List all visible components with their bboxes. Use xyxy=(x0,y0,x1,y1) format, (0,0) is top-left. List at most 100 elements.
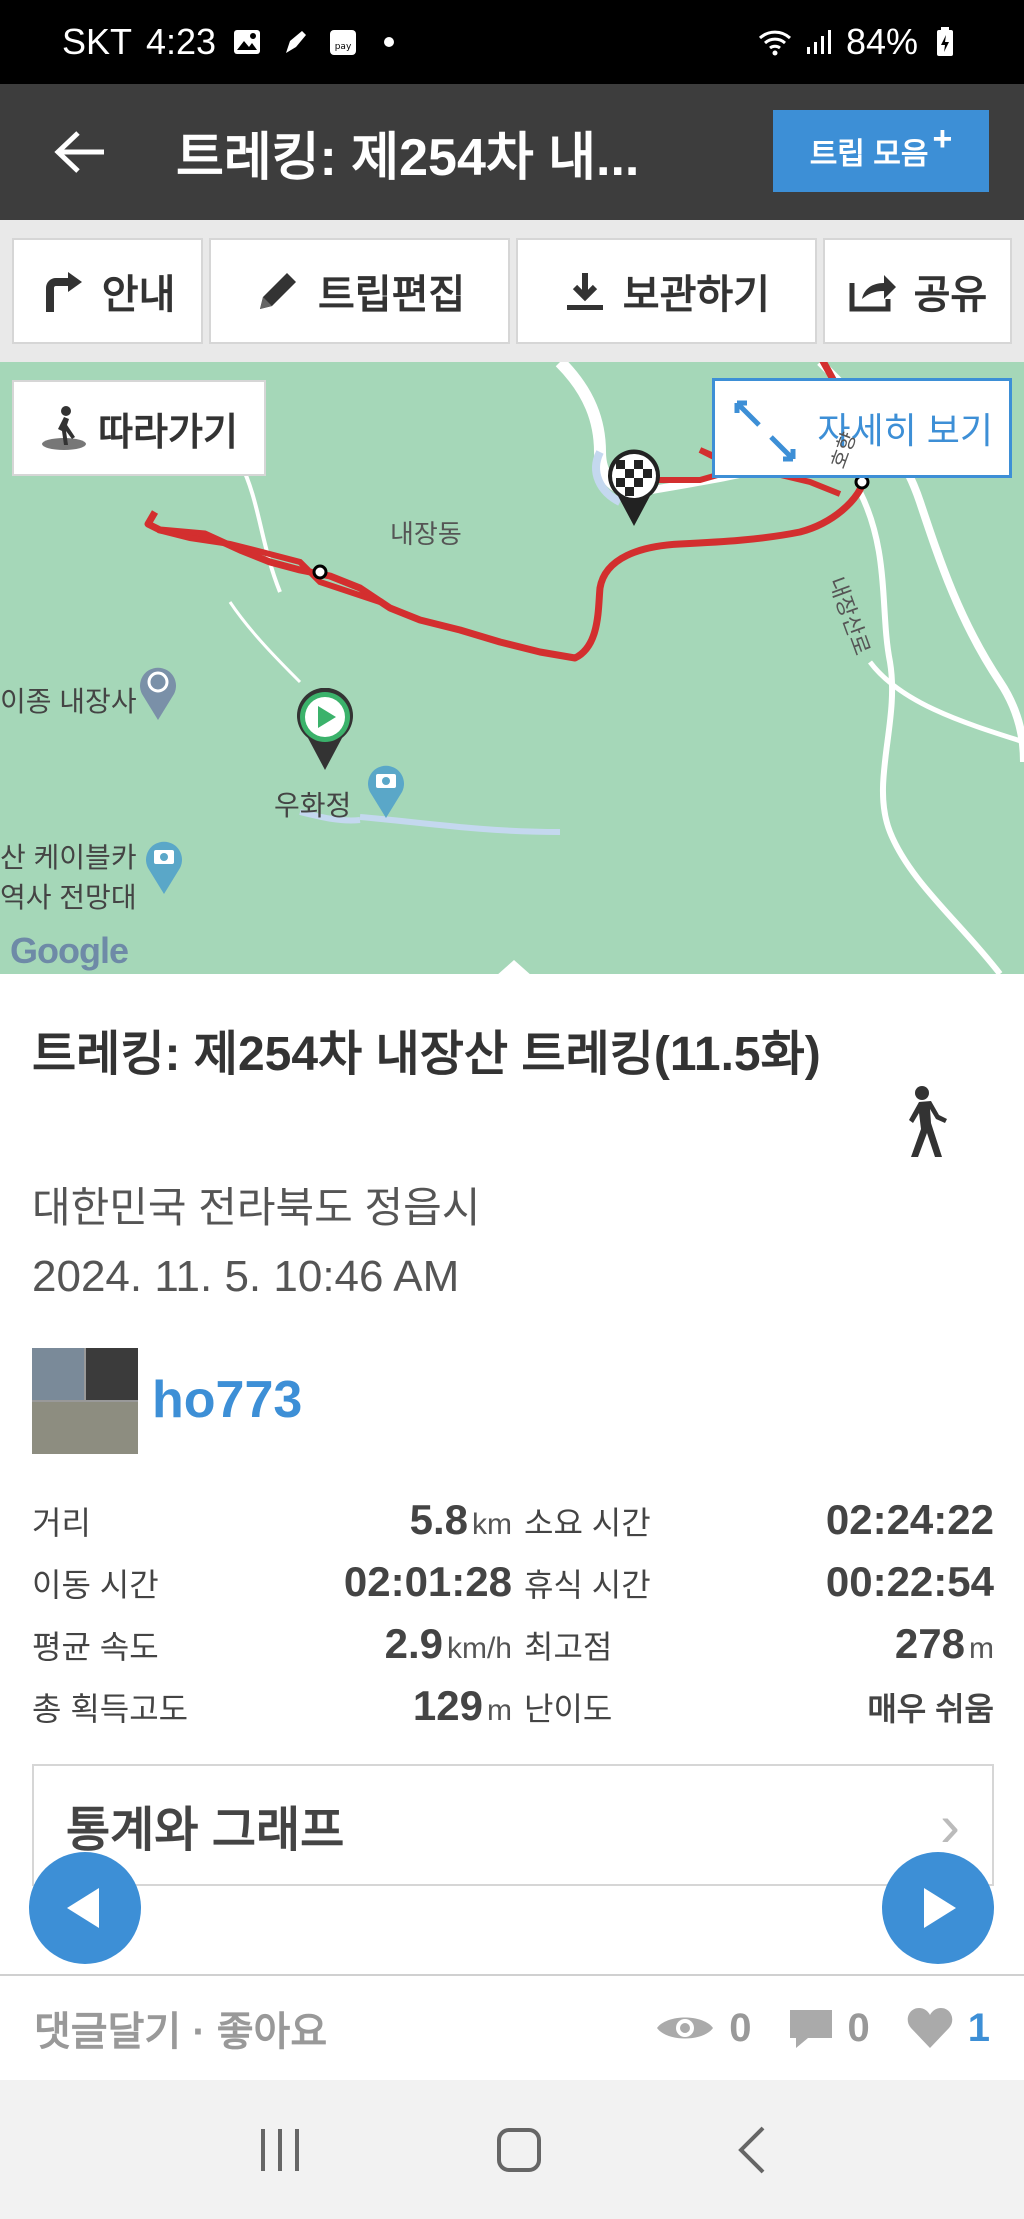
play-right-icon xyxy=(924,1888,956,1928)
follow-button[interactable]: 따라가기 xyxy=(12,380,266,476)
avatar[interactable] xyxy=(32,1348,138,1454)
wifi-icon xyxy=(758,25,792,59)
camera-marker-icon xyxy=(146,841,182,894)
temple-marker-icon xyxy=(140,667,176,720)
pen-icon xyxy=(278,25,312,59)
trip-title: 트레킹: 제254차 내장산 트레킹(11.5화) xyxy=(32,1028,821,1081)
stats-row: 이동 시간 02:01:28 휴식 시간 00:22:54 xyxy=(32,1558,994,1620)
next-trip-button[interactable] xyxy=(882,1852,994,1964)
comment-icon xyxy=(789,2010,832,2048)
guide-label: 안내 xyxy=(101,273,176,317)
hiker-icon xyxy=(42,406,87,450)
system-navigation-bar xyxy=(0,2080,1024,2219)
stats-row: 거리 5.8 km 소요 시간 02:24:22 xyxy=(32,1496,994,1558)
trip-collection-label: 트립 모음 xyxy=(809,138,929,171)
heart-icon[interactable] xyxy=(906,2006,954,2050)
recent-apps-icon[interactable] xyxy=(255,2127,305,2173)
view-detail-button[interactable]: 자세히 보기 xyxy=(712,378,1012,478)
guide-button[interactable]: 안내 xyxy=(12,238,204,344)
difficulty-label: 난이도 xyxy=(524,1691,613,1727)
max-altitude-label: 최고점 xyxy=(524,1629,613,1665)
chevron-right-icon: › xyxy=(940,1791,960,1859)
likes-count: 1 xyxy=(967,2005,990,2050)
walking-icon xyxy=(909,1086,947,1157)
notification-dot-icon xyxy=(384,37,395,47)
stats-row: 총 획득고도 129 m 난이도 매우 쉬움 xyxy=(32,1682,994,1744)
rest-time-label: 휴식 시간 xyxy=(524,1567,651,1603)
save-button[interactable]: 보관하기 xyxy=(515,238,817,344)
distance-value: 5.8 xyxy=(409,1496,468,1543)
stats-graph-button[interactable]: 통계와 그래프 › xyxy=(32,1764,994,1886)
moving-time-value: 02:01:28 xyxy=(343,1558,512,1605)
expand-icon xyxy=(734,400,796,462)
max-altitude-unit: m xyxy=(969,1632,994,1665)
trip-location: 대한민국 전라북도 정읍시 xyxy=(32,1184,481,1231)
avg-speed-label: 평균 속도 xyxy=(32,1629,159,1665)
plus-icon: + xyxy=(932,119,953,158)
pay-icon: pay xyxy=(326,25,360,59)
home-icon[interactable] xyxy=(495,2126,543,2174)
map-label-naejang-dong: 내장동 xyxy=(390,519,462,549)
play-left-icon xyxy=(67,1888,99,1928)
camera-marker-icon xyxy=(368,765,404,818)
eye-icon xyxy=(657,2017,714,2039)
distance-unit: km xyxy=(472,1508,512,1541)
status-bar: SKT 4:23 pay 84% xyxy=(0,0,1024,84)
turn-right-icon xyxy=(45,272,82,312)
share-button[interactable]: 공유 xyxy=(822,238,1012,344)
signal-icon xyxy=(802,25,836,59)
svg-text:pay: pay xyxy=(335,42,352,52)
stats-graph-label: 통계와 그래프 xyxy=(66,1804,345,1857)
map-label-history-view: 역사 전망대 xyxy=(0,882,137,913)
trip-collection-button[interactable]: 트립 모음 + xyxy=(773,110,989,192)
download-icon xyxy=(566,273,603,310)
save-label: 보관하기 xyxy=(622,273,770,317)
elevation-gain-value: 129 xyxy=(412,1682,483,1729)
moving-time-label: 이동 시간 xyxy=(32,1567,159,1603)
battery-icon xyxy=(928,25,962,59)
clock: 4:23 xyxy=(146,21,217,62)
share-label: 공유 xyxy=(913,273,988,317)
map-caret xyxy=(496,960,532,976)
map-label-uhwajeong: 우화정 xyxy=(274,790,352,821)
share-icon xyxy=(849,275,896,312)
stats-row: 평균 속도 2.9 km/h 최고점 278 m xyxy=(32,1620,994,1682)
stats-table: 거리 5.8 km 소요 시간 02:24:22 이동 시간 02:01:28 휴… xyxy=(32,1496,994,1744)
app-bar: 트레킹: 제254차 내... 트립 모음 + xyxy=(0,84,1024,220)
duration-value: 02:24:22 xyxy=(825,1496,994,1543)
toolbar: 안내 트립편집 보관하기 공유 xyxy=(0,220,1024,362)
username-link[interactable]: ho773 xyxy=(152,1370,302,1430)
engagement-counts: 0 0 1 xyxy=(655,2006,990,2051)
comments-count: 0 xyxy=(847,2005,870,2050)
avg-speed-unit: km/h xyxy=(446,1632,512,1665)
app-title: 트레킹: 제254차 내... xyxy=(176,128,640,187)
comment-bar: 댓글달기 · 좋아요 0 0 1 xyxy=(0,1976,1024,2080)
avg-speed-value: 2.9 xyxy=(384,1620,443,1667)
elevation-gain-label: 총 획득고도 xyxy=(32,1691,189,1727)
map-label-naejangsa: 이종 내장사 xyxy=(0,686,137,717)
back-nav-icon[interactable] xyxy=(733,2124,769,2176)
views-count: 0 xyxy=(729,2005,752,2050)
carrier: SKT xyxy=(62,21,133,62)
previous-trip-button[interactable] xyxy=(29,1852,141,1964)
route-map[interactable]: 따라가기 자세히 보기 내장동 이종 내장사 우화정 산 케이블카 역사 전망대… xyxy=(0,362,1024,974)
edit-trip-button[interactable]: 트립편집 xyxy=(209,238,510,344)
battery-percent: 84% xyxy=(845,21,918,62)
follow-label: 따라가기 xyxy=(98,411,238,454)
gallery-icon xyxy=(230,25,264,59)
start-pin-icon xyxy=(297,688,353,770)
distance-label: 거리 xyxy=(32,1505,91,1541)
finish-flag-pin-icon xyxy=(608,449,660,526)
back-button[interactable] xyxy=(32,84,128,220)
back-arrow-icon xyxy=(54,131,104,173)
difficulty-value: 매우 쉬움 xyxy=(867,1691,994,1727)
duration-label: 소요 시간 xyxy=(524,1505,651,1541)
google-logo: Google xyxy=(10,930,129,971)
edit-trip-label: 트립편집 xyxy=(318,273,466,317)
elevation-gain-unit: m xyxy=(487,1694,512,1727)
pencil-icon xyxy=(260,273,296,309)
comment-like-link[interactable]: 댓글달기 · 좋아요 xyxy=(34,1999,327,2057)
rest-time-value: 00:22:54 xyxy=(825,1558,994,1605)
trip-datetime: 2024. 11. 5. 10:46 AM xyxy=(32,1252,460,1301)
max-altitude-value: 278 xyxy=(894,1620,965,1667)
